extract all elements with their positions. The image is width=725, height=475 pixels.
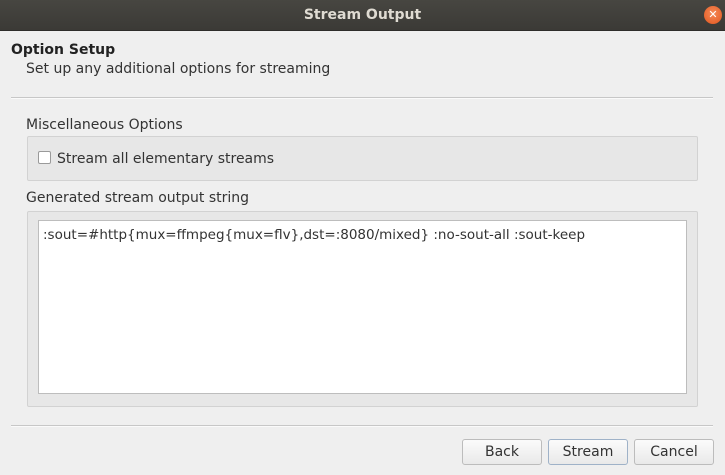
window-title: Stream Output [303, 7, 422, 23]
output-string-textarea[interactable]: :sout=#http{mux=ffmpeg{mux=flv},dst=:808… [38, 220, 687, 394]
stream-all-checkbox[interactable] [38, 151, 51, 164]
close-icon[interactable]: ✕ [704, 6, 722, 24]
back-button[interactable]: Back [462, 439, 542, 465]
stream-all-label[interactable]: Stream all elementary streams [57, 151, 274, 167]
page-title: Option Setup [11, 42, 116, 58]
footer-divider [11, 425, 713, 427]
cancel-button[interactable]: Cancel [634, 439, 714, 465]
stream-button[interactable]: Stream [548, 439, 628, 465]
page-subtitle: Set up any additional options for stream… [26, 61, 331, 77]
title-bar: Stream Output ✕ [0, 0, 725, 31]
misc-options-label: Miscellaneous Options [26, 117, 183, 133]
header-divider [11, 97, 713, 99]
output-string-label: Generated stream output string [26, 190, 250, 206]
